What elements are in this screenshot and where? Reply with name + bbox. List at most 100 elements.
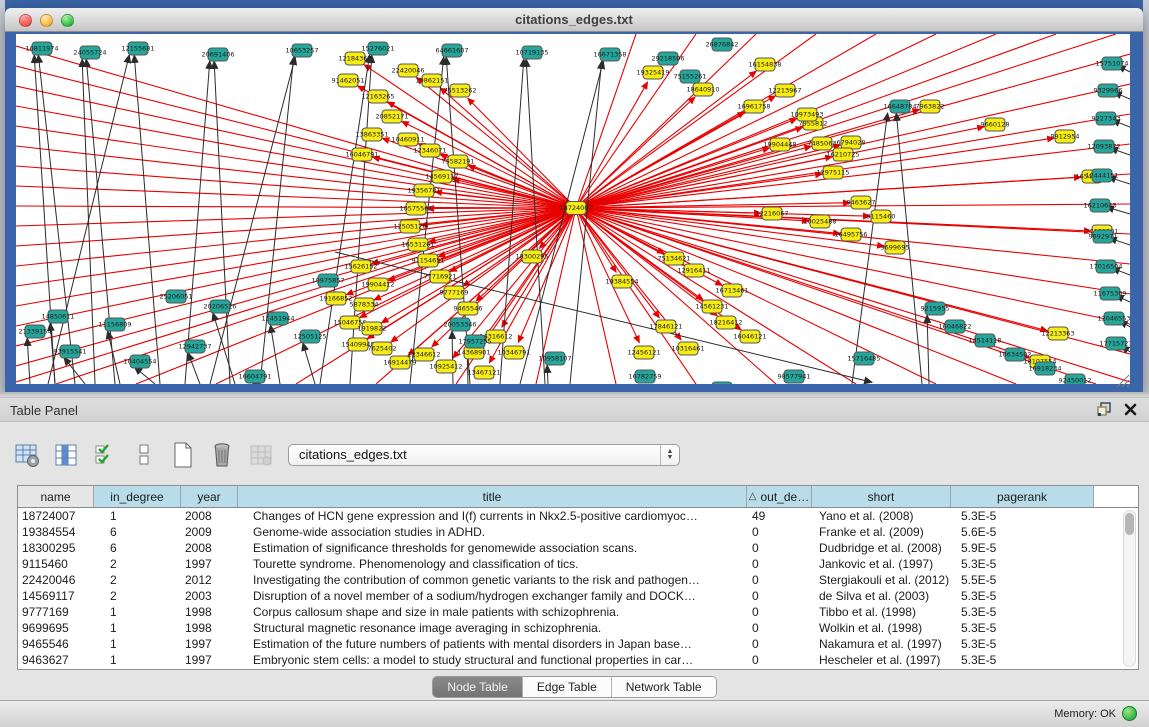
column-header-short[interactable]: short bbox=[812, 486, 951, 507]
cell-out_de: 0 bbox=[747, 637, 812, 651]
table-settings-icon[interactable] bbox=[14, 442, 40, 468]
red-edge bbox=[576, 208, 936, 384]
cell-in_degree: 1 bbox=[94, 653, 181, 667]
close-panel-icon[interactable] bbox=[1124, 403, 1137, 416]
table-scrollbar[interactable] bbox=[1123, 510, 1136, 667]
graph-node-label: 12456121 bbox=[627, 349, 660, 357]
black-citation-edge bbox=[86, 59, 115, 384]
row-height-icon[interactable] bbox=[131, 442, 157, 468]
table-scrollbar-thumb[interactable] bbox=[1125, 513, 1134, 535]
table-row[interactable]: 946362711997Embryonic stem cells: a mode… bbox=[18, 652, 1138, 668]
graph-node-label: 14569117 bbox=[425, 173, 458, 181]
graph-node-label: 12184367 bbox=[338, 55, 371, 63]
graph-node-label: 64661607 bbox=[435, 47, 468, 55]
cell-pagerank: 5.3E-5 bbox=[951, 589, 1094, 603]
table-row[interactable]: 977716911998Corpus callosum shape and si… bbox=[18, 604, 1138, 620]
cell-out_de: 0 bbox=[747, 541, 812, 555]
red-edge bbox=[16, 46, 576, 208]
graph-node-label: 16531261 bbox=[401, 241, 434, 249]
graph-node-label: 16154838 bbox=[748, 61, 781, 69]
table-row[interactable]: 946554611997Estimation of the future num… bbox=[18, 636, 1138, 652]
black-citation-edge bbox=[570, 61, 602, 384]
table-row[interactable]: 1938455462009Genome-wide association stu… bbox=[18, 524, 1138, 540]
cell-in_degree: 2 bbox=[94, 557, 181, 571]
column-header-pagerank[interactable]: pagerank bbox=[951, 486, 1094, 507]
table-row[interactable]: 1872400712008Changes of HCN gene express… bbox=[18, 508, 1138, 524]
memory-status-label: Memory: OK bbox=[1054, 708, 1116, 720]
sort-ascending-icon: △ bbox=[749, 491, 757, 502]
graph-node-label: 24055724 bbox=[73, 49, 106, 57]
cell-in_degree: 1 bbox=[94, 637, 181, 651]
graph-node-label: 12346071 bbox=[413, 147, 446, 155]
memory-ok-indicator[interactable] bbox=[1122, 706, 1137, 721]
red-edge bbox=[16, 206, 576, 208]
graph-node-label: 10634502 bbox=[998, 351, 1031, 359]
graph-node-label: 19325419 bbox=[636, 69, 669, 77]
graph-node-label: 12346612 bbox=[407, 351, 440, 359]
graph-node-label: 9465546 bbox=[454, 305, 483, 313]
citation-graph: 1932541918640910169617587955812679402819… bbox=[16, 34, 1130, 384]
graph-node-label: 16713461 bbox=[715, 287, 748, 295]
select-columns-icon[interactable] bbox=[92, 442, 118, 468]
import-table-disabled-icon bbox=[248, 442, 274, 468]
column-header-out_de[interactable]: △out_de… bbox=[747, 486, 812, 507]
graph-node-label: 12213363 bbox=[1041, 330, 1074, 338]
cell-short: Wolkin et al. (1998) bbox=[812, 621, 951, 635]
cell-short: Yano et al. (2008) bbox=[812, 509, 951, 523]
graph-node-label: 16604791 bbox=[238, 373, 271, 381]
graph-node-label: 12975115 bbox=[816, 169, 849, 177]
cell-out_de: 0 bbox=[747, 573, 812, 587]
tab-node-table[interactable]: Node Table bbox=[433, 677, 523, 697]
table-row[interactable]: 969969511998Structural magnetic resonanc… bbox=[18, 620, 1138, 636]
new-table-icon[interactable] bbox=[170, 442, 196, 468]
graph-node-label: 1919822 bbox=[358, 325, 387, 333]
table-selector-dropdown[interactable]: citations_edges.txt ▲▼ bbox=[288, 444, 680, 466]
graph-node-label: 10719135 bbox=[515, 49, 548, 57]
cell-out_de: 0 bbox=[747, 557, 812, 571]
red-edge bbox=[16, 208, 576, 326]
dropdown-arrows-icon: ▲▼ bbox=[660, 445, 679, 465]
graph-node-label: 12213967 bbox=[768, 87, 801, 95]
cell-out_de: 0 bbox=[747, 621, 812, 635]
cell-year: 2008 bbox=[181, 541, 238, 555]
graph-node-label: 10925412 bbox=[429, 363, 462, 371]
table-row[interactable]: 1830029562008Estimation of significance … bbox=[18, 540, 1138, 556]
cell-pagerank: 5.6E-5 bbox=[951, 525, 1094, 539]
table-row[interactable]: 911546021997Tourette syndrome. Phenomeno… bbox=[18, 556, 1138, 572]
tab-edge-table[interactable]: Edge Table bbox=[523, 677, 612, 697]
black-citation-edge bbox=[134, 367, 155, 384]
graph-node-label: 17715727 bbox=[1099, 340, 1130, 348]
column-header-in_degree[interactable]: in_degree bbox=[94, 486, 181, 507]
graph-node-label: 10653257 bbox=[285, 47, 318, 55]
graph-node-label: 8912954 bbox=[1051, 133, 1080, 141]
graph-node-label: 18300295 bbox=[515, 253, 548, 261]
float-panel-icon[interactable] bbox=[1097, 402, 1112, 417]
graph-node-label: 91462051 bbox=[331, 77, 364, 85]
column-header-name[interactable]: name bbox=[18, 486, 94, 507]
graph-node-label: 11675309 bbox=[1093, 290, 1126, 298]
graph-node-label: 7485063 bbox=[808, 140, 837, 148]
graph-node-label: 15626152 bbox=[344, 263, 377, 271]
graph-node-label: 15276021 bbox=[361, 45, 394, 53]
delete-table-icon[interactable] bbox=[209, 442, 235, 468]
graph-node-label: 10404554 bbox=[123, 358, 156, 366]
graph-node-label: 9692971 bbox=[1089, 233, 1118, 241]
resize-grip-icon[interactable] bbox=[1116, 374, 1130, 388]
graph-node-label: 10025488 bbox=[803, 218, 836, 226]
graph-node-label: 10316461 bbox=[671, 345, 704, 353]
black-citation-edge bbox=[213, 313, 235, 384]
cell-out_de: 49 bbox=[747, 509, 812, 523]
table-row[interactable]: 2242004622012Investigating the contribut… bbox=[18, 572, 1138, 588]
cell-short: Franke et al. (2009) bbox=[812, 525, 951, 539]
graph-node-label: 16671358 bbox=[593, 51, 626, 59]
show-columns-icon[interactable] bbox=[53, 442, 79, 468]
graph-node-label: 9463627 bbox=[847, 199, 876, 207]
column-header-year[interactable]: year bbox=[181, 486, 238, 507]
column-header-title[interactable]: title bbox=[238, 486, 747, 507]
graph-node-label: 9227343 bbox=[1092, 115, 1121, 123]
network-canvas[interactable]: 1932541918640910169617587955812679402819… bbox=[16, 34, 1130, 384]
cell-title: Estimation of significance thresholds fo… bbox=[238, 541, 747, 555]
table-row[interactable]: 1456911722003Disruption of a novel membe… bbox=[18, 588, 1138, 604]
tab-network-table[interactable]: Network Table bbox=[612, 677, 716, 697]
window-titlebar[interactable]: citations_edges.txt bbox=[5, 8, 1143, 32]
